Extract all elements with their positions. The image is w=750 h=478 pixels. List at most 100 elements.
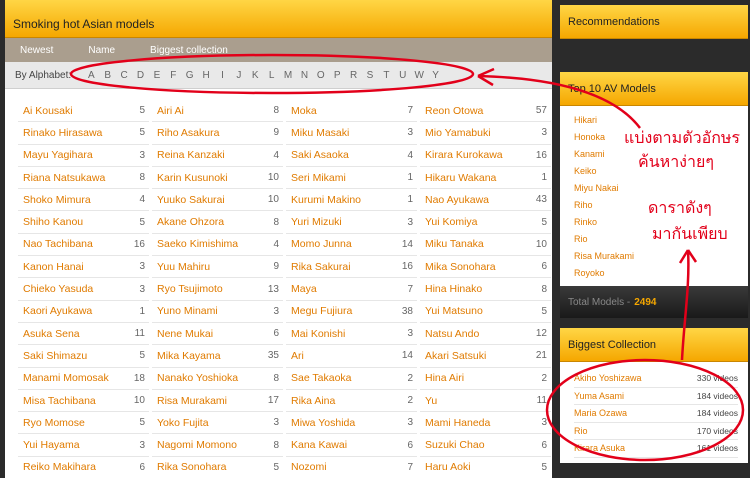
- model-row[interactable]: Yoko Fujita 3: [152, 412, 283, 435]
- model-name-link[interactable]: Saki Shimazu: [23, 350, 87, 362]
- model-row[interactable]: Nao Tachibana 16: [18, 234, 149, 257]
- model-row[interactable]: Hikaru Wakana 1: [420, 167, 551, 190]
- biggest-collection-name[interactable]: Akiho Yoshizawa: [574, 373, 642, 383]
- alphabet-letter[interactable]: K: [247, 70, 263, 81]
- model-name-link[interactable]: Yui Matsuno: [425, 305, 483, 317]
- model-name-link[interactable]: Momo Junna: [291, 238, 352, 250]
- model-row[interactable]: Rika Sakurai 16: [286, 256, 417, 279]
- model-name-link[interactable]: Kana Kawai: [291, 439, 347, 451]
- alphabet-letter[interactable]: S: [362, 70, 378, 81]
- model-name-link[interactable]: Saki Asaoka: [291, 149, 349, 161]
- model-row[interactable]: Suzuki Chao 6: [420, 434, 551, 457]
- model-name-link[interactable]: Nanako Yoshioka: [157, 372, 238, 384]
- model-row[interactable]: Akari Satsuki 21: [420, 345, 551, 368]
- alphabet-letter[interactable]: H: [198, 70, 214, 81]
- model-name-link[interactable]: Yui Komiya: [425, 216, 478, 228]
- model-name-link[interactable]: Yui Hayama: [23, 439, 80, 451]
- model-row[interactable]: Yui Hayama 3: [18, 434, 149, 457]
- model-name-link[interactable]: Miku Tanaka: [425, 238, 484, 250]
- model-name-link[interactable]: Kirara Kurokawa: [425, 149, 503, 161]
- model-row[interactable]: Yu 11: [420, 390, 551, 413]
- model-row[interactable]: Ai Kousaki 5: [18, 100, 149, 123]
- model-row[interactable]: Misa Tachibana 10: [18, 390, 149, 413]
- biggest-collection-row[interactable]: Rio 170 videos: [574, 423, 738, 440]
- model-row[interactable]: Riana Natsukawa 8: [18, 167, 149, 190]
- alphabet-letter[interactable]: E: [149, 70, 165, 81]
- model-name-link[interactable]: Mai Konishi: [291, 328, 345, 340]
- model-name-link[interactable]: Kaori Ayukawa: [23, 305, 92, 317]
- model-row[interactable]: Ari 14: [286, 345, 417, 368]
- alphabet-letter[interactable]: O: [313, 70, 329, 81]
- model-name-link[interactable]: Mika Kayama: [157, 350, 221, 362]
- biggest-collection-row[interactable]: Akiho Yoshizawa 330 videos: [574, 370, 738, 388]
- biggest-collection-row[interactable]: Kirara Asuka 161 videos: [574, 440, 738, 458]
- model-name-link[interactable]: Haru Aoki: [425, 461, 471, 473]
- biggest-collection-name[interactable]: Maria Ozawa: [574, 408, 627, 418]
- model-row[interactable]: Momo Junna 14: [286, 234, 417, 257]
- model-name-link[interactable]: Kanon Hanai: [23, 261, 84, 273]
- model-row[interactable]: Moka 7: [286, 100, 417, 123]
- model-row[interactable]: Riho Asakura 9: [152, 122, 283, 145]
- model-name-link[interactable]: Nene Mukai: [157, 328, 213, 340]
- alphabet-letter[interactable]: R: [345, 70, 361, 81]
- biggest-collection-row[interactable]: Yuma Asami 184 videos: [574, 388, 738, 405]
- model-row[interactable]: Karin Kusunoki 10: [152, 167, 283, 190]
- alphabet-letter[interactable]: T: [378, 70, 394, 81]
- model-row[interactable]: Ryo Momose 5: [18, 412, 149, 435]
- model-name-link[interactable]: Reina Kanzaki: [157, 149, 225, 161]
- model-name-link[interactable]: Mayu Yagihara: [23, 149, 93, 161]
- alphabet-letter[interactable]: P: [329, 70, 345, 81]
- model-name-link[interactable]: Akari Satsuki: [425, 350, 486, 362]
- biggest-collection-name[interactable]: Yuma Asami: [574, 391, 624, 401]
- model-row[interactable]: Saki Shimazu 5: [18, 345, 149, 368]
- model-row[interactable]: Hina Hinako 8: [420, 278, 551, 301]
- model-name-link[interactable]: Ryo Momose: [23, 417, 85, 429]
- model-name-link[interactable]: Megu Fujiura: [291, 305, 352, 317]
- model-name-link[interactable]: Natsu Ando: [425, 328, 479, 340]
- alphabet-letter[interactable]: A: [83, 70, 99, 81]
- model-row[interactable]: Megu Fujiura 38: [286, 301, 417, 323]
- model-name-link[interactable]: Reon Otowa: [425, 105, 483, 117]
- model-name-link[interactable]: Kurumi Makino: [291, 194, 361, 206]
- model-name-link[interactable]: Yuri Mizuki: [291, 216, 342, 228]
- model-row[interactable]: Yuri Mizuki 3: [286, 211, 417, 234]
- model-name-link[interactable]: Miwa Yoshida: [291, 417, 355, 429]
- model-row[interactable]: Nagomi Momono 8: [152, 434, 283, 457]
- model-row[interactable]: Nene Mukai 6: [152, 323, 283, 346]
- model-name-link[interactable]: Risa Murakami: [157, 395, 227, 407]
- top10-item[interactable]: Risa Murakami: [574, 248, 748, 265]
- model-row[interactable]: Akane Ohzora 8: [152, 211, 283, 234]
- model-name-link[interactable]: Reiko Makihara: [23, 461, 96, 473]
- model-row[interactable]: Sae Takaoka 2: [286, 368, 417, 390]
- model-row[interactable]: Mika Kayama 35: [152, 345, 283, 368]
- alphabet-letter[interactable]: C: [116, 70, 132, 81]
- model-name-link[interactable]: Moka: [291, 105, 317, 117]
- model-row[interactable]: Yuu Mahiru 9: [152, 256, 283, 279]
- model-row[interactable]: Mami Haneda 3: [420, 412, 551, 435]
- alphabet-letter[interactable]: B: [100, 70, 116, 81]
- model-row[interactable]: Rika Sonohara 5: [152, 457, 283, 478]
- model-row[interactable]: Rinako Hirasawa 5: [18, 122, 149, 145]
- model-name-link[interactable]: Riho Asakura: [157, 127, 219, 139]
- model-name-link[interactable]: Saeko Kimishima: [157, 238, 238, 250]
- alphabet-letter[interactable]: I: [214, 70, 230, 81]
- model-row[interactable]: Miku Masaki 3: [286, 122, 417, 145]
- model-name-link[interactable]: Yuno Minami: [157, 305, 218, 317]
- model-row[interactable]: Yuuko Sakurai 10: [152, 189, 283, 212]
- biggest-collection-row[interactable]: Maria Ozawa 184 videos: [574, 405, 738, 423]
- model-name-link[interactable]: Karin Kusunoki: [157, 172, 228, 184]
- model-name-link[interactable]: Mio Yamabuki: [425, 127, 491, 139]
- model-row[interactable]: Chieko Yasuda 3: [18, 278, 149, 301]
- model-name-link[interactable]: Miku Masaki: [291, 127, 349, 139]
- model-row[interactable]: Kanon Hanai 3: [18, 256, 149, 279]
- model-name-link[interactable]: Chieko Yasuda: [23, 283, 93, 295]
- model-row[interactable]: Yui Komiya 5: [420, 211, 551, 234]
- model-row[interactable]: Saeko Kimishima 4: [152, 234, 283, 257]
- model-row[interactable]: Nao Ayukawa 43: [420, 189, 551, 212]
- model-name-link[interactable]: Mami Haneda: [425, 417, 490, 429]
- model-name-link[interactable]: Riana Natsukawa: [23, 172, 105, 184]
- model-name-link[interactable]: Sae Takaoka: [291, 372, 352, 384]
- alphabet-letter[interactable]: D: [132, 70, 148, 81]
- alphabet-letter[interactable]: J: [231, 70, 247, 81]
- model-name-link[interactable]: Asuka Sena: [23, 328, 80, 340]
